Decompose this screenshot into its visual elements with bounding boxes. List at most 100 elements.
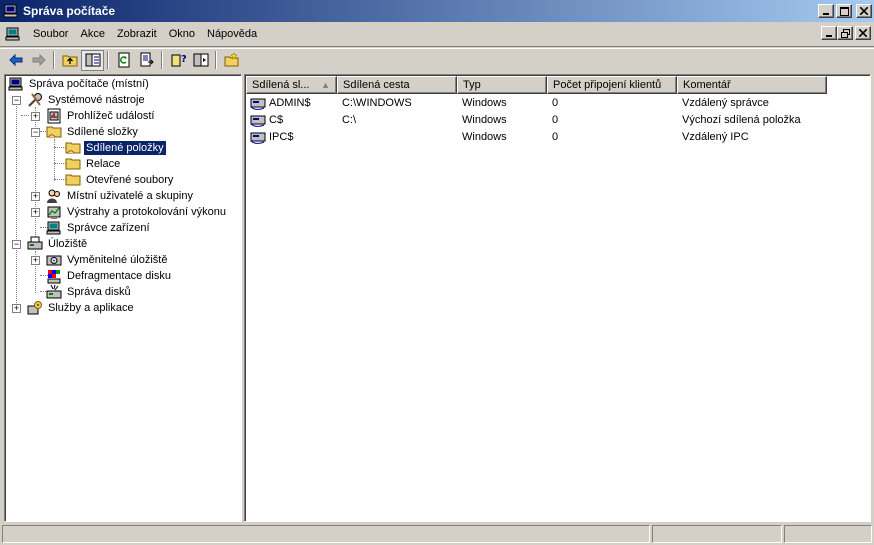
console-tree-pane[interactable]: Správa počítače (místní) − Systémové nás… [4, 74, 242, 522]
tree-node-system-tools[interactable]: Systémové nástroje [27, 92, 147, 108]
new-share-folder-icon [224, 52, 238, 67]
maximize-button[interactable] [836, 4, 852, 18]
tree-node-event-viewer[interactable]: Prohlížeč událostí [46, 108, 156, 124]
status-panel-secondary [652, 525, 782, 543]
tree-node-root[interactable]: Správa počítače (místní) [8, 76, 151, 92]
minimize-button[interactable] [818, 4, 834, 18]
expand-toggle[interactable]: + [31, 208, 40, 217]
disk-management-icon [46, 284, 62, 299]
tree-node-label: Správa disků [67, 286, 131, 298]
tree-node-removable-storage[interactable]: Vyměnitelné úložiště [46, 252, 169, 268]
back-arrow-icon [8, 53, 22, 67]
tree-node-label: Služby a aplikace [48, 302, 134, 314]
back-button[interactable] [4, 50, 27, 71]
expand-toggle[interactable]: + [31, 112, 40, 121]
help-button[interactable]: ? [166, 50, 189, 71]
tree-node-label: Správa počítače (místní) [29, 78, 149, 90]
network-share-icon [250, 132, 266, 144]
title-bar[interactable]: Správa počítače [0, 0, 874, 22]
share-path: C:\ [342, 113, 357, 126]
share-name: ADMIN$ [269, 96, 311, 109]
minimize-icon [823, 13, 829, 15]
menu-file[interactable]: Soubor [27, 28, 74, 40]
services-applications-icon [27, 301, 42, 315]
tree-node-label: Výstrahy a protokolování výkonu [67, 206, 226, 218]
console-tree-icon [85, 53, 100, 67]
tree-node-performance-logs[interactable]: Výstrahy a protokolování výkonu [46, 204, 228, 220]
share-comment: Vzdálený IPC [682, 130, 749, 143]
expand-toggle[interactable]: + [12, 304, 21, 313]
performance-logs-icon [47, 206, 61, 219]
share-clients: 0 [552, 130, 559, 143]
tree-node-shares[interactable]: Sdílené položky [65, 140, 167, 156]
folder-icon [65, 158, 81, 170]
status-panel-main [2, 525, 650, 543]
child-close-button[interactable] [855, 26, 871, 40]
removable-storage-icon [46, 255, 62, 266]
tree-node-disk-management[interactable]: Správa disků [46, 284, 133, 300]
folder-icon [65, 174, 81, 186]
tree-node-label: Úložiště [48, 238, 88, 250]
show-hide-tree-button[interactable] [81, 49, 104, 71]
system-tools-icon [28, 93, 42, 107]
properties-button[interactable] [189, 50, 212, 71]
column-header-client-connections[interactable]: Počet připojení klientů [547, 76, 677, 94]
collapse-toggle[interactable]: − [12, 240, 21, 249]
users-icon [47, 189, 60, 203]
mmc-console-icon[interactable] [5, 26, 21, 42]
help-book-icon: ? [171, 54, 186, 67]
tree-node-shared-folders[interactable]: Sdílené složky [46, 124, 140, 140]
list-header: Sdílená sl... ▲ Sdílená cesta Typ Počet … [246, 76, 827, 94]
child-minimize-button[interactable] [821, 26, 837, 40]
properties-icon [193, 53, 208, 67]
tree-node-disk-defragmenter[interactable]: Defragmentace disku [46, 268, 173, 284]
forward-button[interactable] [27, 50, 50, 71]
column-header-type[interactable]: Typ [457, 76, 547, 94]
tree-node-label: Defragmentace disku [67, 270, 171, 282]
column-header-share-name[interactable]: Sdílená sl... ▲ [246, 76, 337, 94]
tree-node-label: Prohlížeč událostí [67, 110, 155, 122]
new-share-button[interactable] [220, 50, 243, 71]
column-header-comment[interactable]: Komentář [677, 76, 827, 94]
close-icon [859, 29, 867, 37]
column-header-shared-path[interactable]: Sdílená cesta [337, 76, 457, 94]
share-type: Windows [462, 96, 507, 109]
toolbar-separator [215, 51, 217, 69]
expand-toggle[interactable]: + [31, 192, 40, 201]
menu-action[interactable]: Akce [74, 28, 110, 40]
event-viewer-icon [47, 108, 61, 124]
expand-toggle[interactable]: + [31, 256, 40, 265]
up-one-level-button[interactable] [58, 50, 81, 71]
share-name: C$ [269, 113, 284, 126]
toolbar-separator [53, 51, 55, 69]
storage-icon [27, 236, 43, 250]
forward-arrow-icon [32, 53, 46, 67]
export-list-icon [140, 52, 154, 67]
tree-node-label: Relace [86, 158, 121, 170]
collapse-toggle[interactable]: − [12, 96, 21, 105]
export-list-button[interactable] [135, 50, 158, 71]
tree-node-label: Sdílené složky [67, 126, 138, 138]
list-item[interactable]: IPC$ Windows 0 Vzdálený IPC [246, 128, 827, 145]
tree-node-sessions[interactable]: Relace [65, 156, 122, 172]
refresh-button[interactable] [112, 50, 135, 71]
share-comment: Vzdálený správce [682, 96, 769, 109]
tree-node-services-applications[interactable]: Služby a aplikace [27, 300, 136, 316]
tree-connector [21, 115, 29, 116]
child-restore-button[interactable] [837, 26, 853, 40]
collapse-toggle[interactable]: − [31, 128, 40, 137]
tree-node-label: Místní uživatelé a skupiny [67, 190, 193, 202]
menu-window[interactable]: Okno [163, 28, 201, 40]
network-share-icon [250, 115, 266, 127]
close-button[interactable] [856, 4, 872, 18]
list-item[interactable]: C$ C:\ Windows 0 Výchozí sdílená položka [246, 111, 827, 128]
list-item[interactable]: ADMIN$ C:\WINDOWS Windows 0 Vzdálený spr… [246, 94, 827, 111]
tree-node-open-files[interactable]: Otevřené soubory [65, 172, 175, 188]
shared-folders-icon [46, 126, 62, 138]
tree-node-storage[interactable]: Úložiště [27, 236, 89, 252]
menu-help[interactable]: Nápověda [201, 28, 263, 40]
shares-list-view[interactable]: Sdílená sl... ▲ Sdílená cesta Typ Počet … [244, 74, 871, 522]
tree-node-device-manager[interactable]: Správce zařízení [46, 220, 152, 236]
tree-node-local-users[interactable]: Místní uživatelé a skupiny [46, 188, 195, 204]
menu-view[interactable]: Zobrazit [111, 28, 163, 40]
